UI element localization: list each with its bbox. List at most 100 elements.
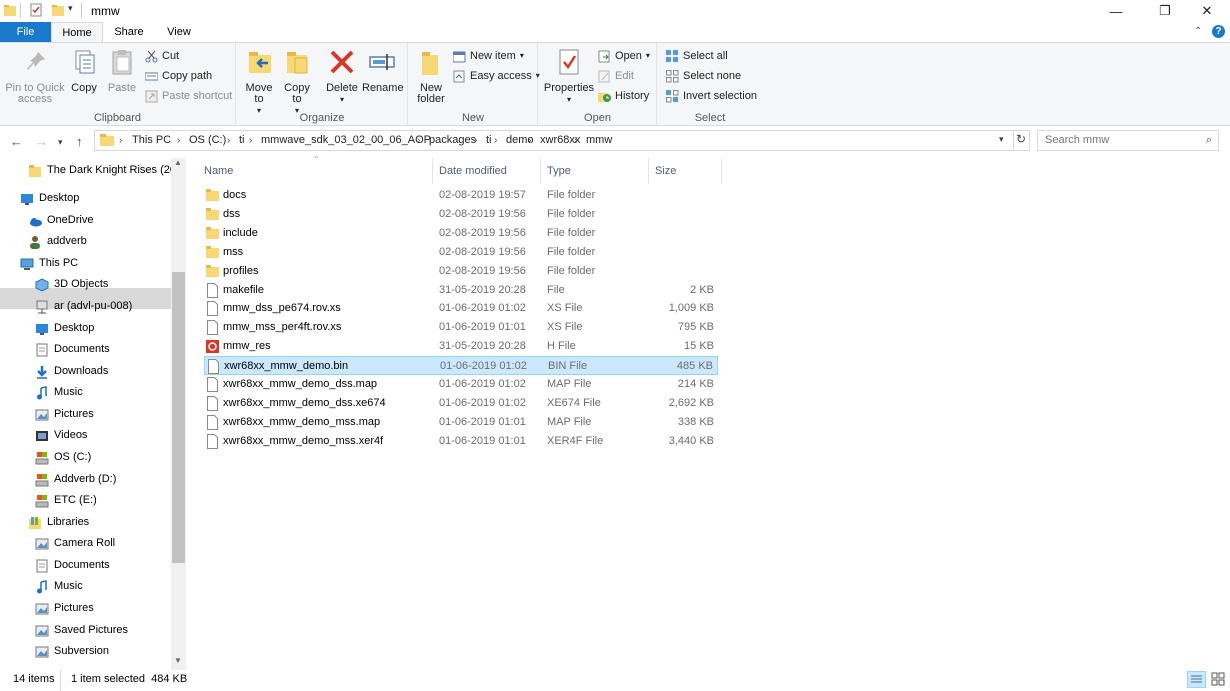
nav-item[interactable]: Subversion	[35, 641, 109, 662]
nav-item[interactable]: Documents	[35, 555, 110, 576]
edit-button[interactable]: Edit	[598, 67, 634, 85]
nav-item[interactable]: Saved Pictures	[35, 620, 128, 641]
table-row[interactable]: xwr68xx_mmw_demo.bin 01-06-2019 01:02 BIN …	[204, 356, 718, 376]
new-folder-icon[interactable]	[51, 3, 65, 17]
details-view-icon[interactable]	[1187, 671, 1206, 688]
column-header-type[interactable]: Type	[541, 158, 649, 184]
nav-item[interactable]: 3D Objects	[35, 274, 108, 295]
nav-item[interactable]: ar (advl-pu-008)	[35, 296, 132, 317]
nav-item[interactable]: Pictures	[35, 404, 94, 425]
new-item-button[interactable]: New item ▾	[452, 47, 524, 65]
table-row[interactable]: mmw_res 31-05-2019 20:28 H File 15 KB	[204, 337, 718, 356]
table-row[interactable]: xwr68xx_mmw_demo_dss.map 01-06-2019 01:02…	[204, 375, 718, 394]
breadcrumb-separator-icon[interactable]: ›	[494, 131, 497, 150]
table-row[interactable]: mmw_dss_pe674.rov.xs 01-06-2019 01:02 XS F…	[204, 299, 718, 318]
nav-item[interactable]: Videos	[35, 425, 87, 446]
scroll-up-icon[interactable]: ▲	[174, 158, 182, 167]
nav-item[interactable]: Documents	[35, 339, 110, 360]
breadcrumb-separator-icon[interactable]: ›	[177, 131, 180, 150]
up-arrow-icon[interactable]: ↑	[76, 134, 83, 149]
breadcrumb-separator-icon[interactable]: ›	[227, 131, 230, 150]
table-row[interactable]: xwr68xx_mmw_demo_dss.xe674 01-06-2019 01:…	[204, 394, 718, 413]
recent-locations-chevron-icon[interactable]: ▾	[58, 137, 63, 148]
delete-button[interactable]: Delete ▾	[325, 47, 359, 105]
breadcrumb-item[interactable]: mmw	[586, 131, 612, 150]
breadcrumb-item[interactable]: OS (C:)	[189, 131, 226, 150]
breadcrumb-item[interactable]: mmwave_sdk_03_02_00_06_AOP	[261, 131, 431, 150]
address-bar[interactable]: › This PC › OS (C:) › ti › mmwave_sdk_03_02_00…	[94, 130, 1030, 151]
nav-item[interactable]: Addverb (D:)	[35, 469, 116, 490]
breadcrumb-item[interactable]: ti	[239, 131, 245, 150]
move-to-button[interactable]: Move to ▾	[242, 47, 276, 116]
new-folder-button[interactable]: New folder	[413, 47, 449, 105]
nav-item[interactable]: Pictures	[35, 598, 94, 619]
select-none-button[interactable]: Select none	[666, 67, 741, 85]
large-icons-view-icon[interactable]	[1210, 671, 1227, 688]
table-row[interactable]: xwr68xx_mmw_demo_mss.map 01-06-2019 01:01…	[204, 413, 718, 432]
nav-scrollbar-thumb[interactable]	[172, 272, 185, 563]
tab-file[interactable]: File	[0, 22, 51, 42]
easy-access-button[interactable]: Easy access ▾	[453, 67, 540, 85]
tab-view[interactable]: View	[156, 22, 202, 42]
rename-button[interactable]: Rename	[362, 47, 404, 94]
address-dropdown-icon[interactable]: ▾	[999, 134, 1004, 145]
nav-item[interactable]: addverb	[28, 231, 87, 252]
tab-share[interactable]: Share	[106, 22, 152, 42]
nav-item[interactable]: Music	[35, 382, 83, 403]
collapse-ribbon-icon[interactable]: ⌃	[1194, 26, 1202, 37]
invert-selection-button[interactable]: Invert selection	[666, 87, 757, 105]
search-icon[interactable]: ⌕	[1206, 131, 1212, 150]
table-row[interactable]: xwr68xx_mmw_demo_mss.xer4f 01-06-2019 01:…	[204, 432, 718, 451]
forward-arrow-icon[interactable]: →	[35, 134, 48, 149]
nav-item[interactable]: Downloads	[35, 361, 108, 382]
paste-shortcut-button[interactable]: Paste shortcut	[145, 87, 232, 105]
table-row[interactable]: docs 02-08-2019 19:57 File folder	[204, 186, 718, 205]
table-row[interactable]: dss 02-08-2019 19:56 File folder	[204, 205, 718, 224]
properties-icon[interactable]	[29, 3, 43, 17]
nav-item[interactable]: Libraries	[28, 512, 89, 533]
nav-item[interactable]: OS (C:)	[35, 447, 91, 468]
copy-to-button[interactable]: Copy to ▾	[280, 47, 314, 116]
close-button[interactable]: ✕	[1184, 0, 1230, 22]
help-icon[interactable]: ?	[1212, 25, 1225, 38]
column-header-size[interactable]: Size	[649, 158, 722, 184]
nav-item[interactable]: Desktop	[35, 318, 94, 339]
copy-path-button[interactable]: Copy path	[144, 67, 212, 85]
paste-button[interactable]: Paste	[105, 47, 139, 94]
breadcrumb-separator-icon[interactable]: ›	[249, 131, 252, 150]
refresh-icon[interactable]: ↻	[1016, 132, 1026, 146]
nav-item[interactable]: ETC (E:)	[35, 490, 97, 511]
nav-item[interactable]: OneDrive	[28, 210, 93, 231]
table-row[interactable]: makefile 31-05-2019 20:28 File 2 KB	[204, 281, 718, 300]
breadcrumb-separator-icon[interactable]: ›	[528, 131, 531, 150]
nav-item[interactable]: Camera Roll	[35, 533, 115, 554]
customize-quick-access-icon[interactable]: ▾	[68, 3, 73, 14]
column-header-name[interactable]: Name	[198, 158, 433, 184]
search-input[interactable]: Search mmw ⌕	[1037, 130, 1219, 151]
table-row[interactable]: mss 02-08-2019 19:56 File folder	[204, 243, 718, 262]
properties-button[interactable]: Properties ▾	[543, 47, 595, 105]
breadcrumb-item[interactable]: ti	[486, 131, 492, 150]
breadcrumb-item[interactable]: This PC	[132, 131, 171, 150]
nav-item[interactable]: The Dark Knight Rises (20	[28, 160, 176, 181]
breadcrumb-separator-icon[interactable]: ›	[119, 131, 122, 150]
breadcrumb-separator-icon[interactable]: ›	[417, 131, 420, 150]
open-button[interactable]: Open ▾	[598, 47, 650, 65]
breadcrumb-separator-icon[interactable]: ›	[574, 131, 577, 150]
tab-home[interactable]: Home	[51, 22, 103, 42]
breadcrumb-item[interactable]: packages	[429, 131, 476, 150]
nav-item[interactable]: Desktop	[20, 188, 79, 209]
history-button[interactable]: History	[598, 87, 649, 105]
nav-item[interactable]: Music	[35, 576, 83, 597]
pin-quick-access-button[interactable]: Pin to Quick access	[3, 47, 67, 105]
cut-button[interactable]: Cut	[145, 47, 179, 65]
nav-item[interactable]: This PC	[20, 253, 78, 274]
column-header-date[interactable]: Date modified	[433, 158, 541, 184]
table-row[interactable]: mmw_mss_per4ft.rov.xs 01-06-2019 01:01 XS …	[204, 318, 718, 337]
copy-button[interactable]: Copy	[68, 47, 100, 94]
table-row[interactable]: profiles 02-08-2019 19:56 File folder	[204, 262, 718, 281]
table-row[interactable]: include 02-08-2019 19:56 File folder	[204, 224, 718, 243]
breadcrumb-separator-icon[interactable]: ›	[474, 131, 477, 150]
minimize-button[interactable]: —	[1093, 0, 1139, 22]
maximize-button[interactable]: ❐	[1142, 0, 1188, 22]
